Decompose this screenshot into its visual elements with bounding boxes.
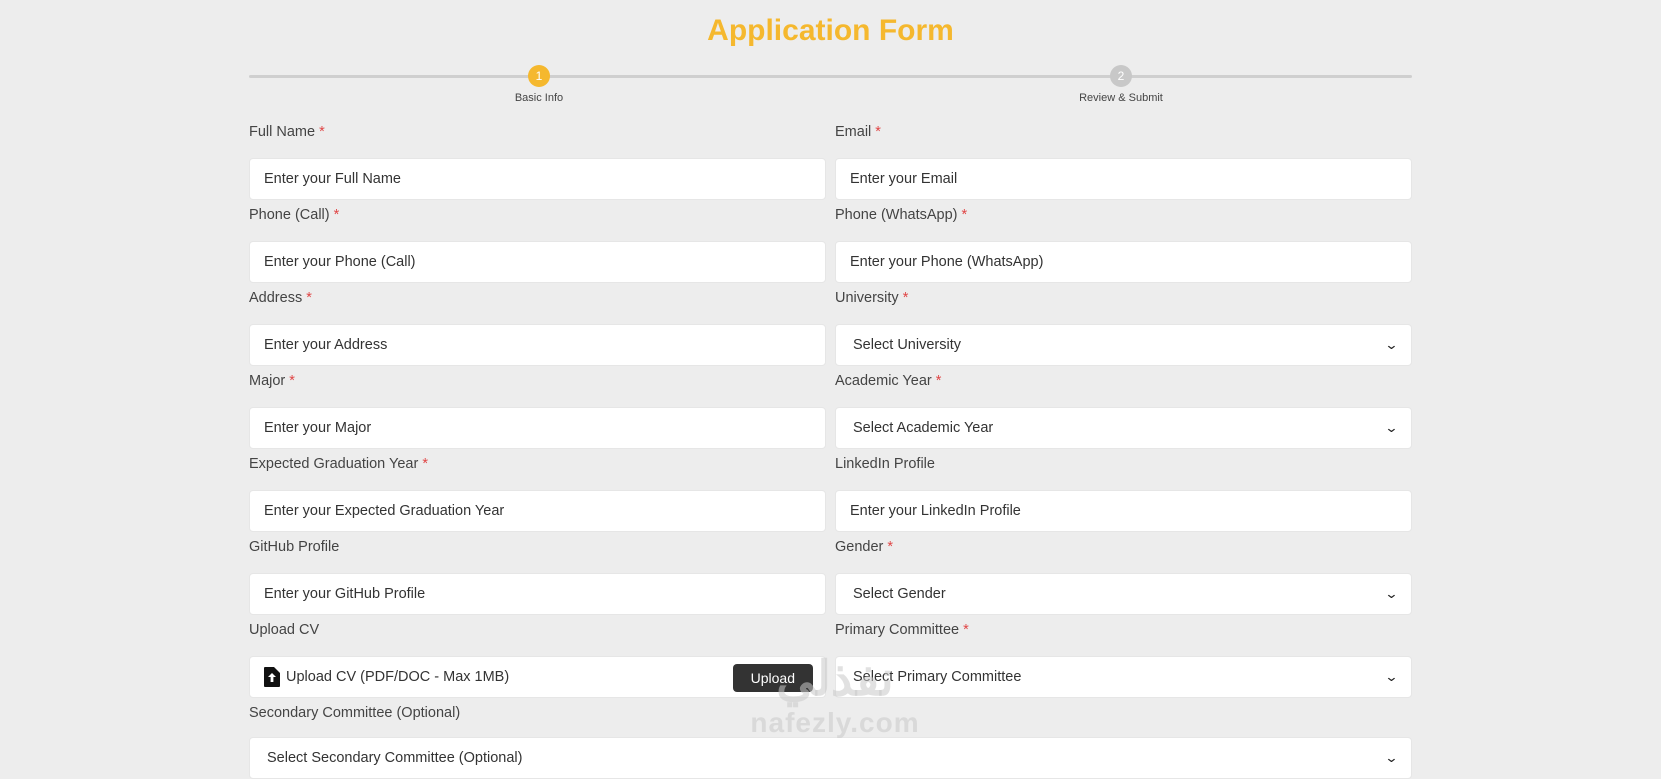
address-input[interactable]	[249, 324, 826, 366]
field-label: Phone (Call) *	[249, 207, 340, 223]
stepper-line	[249, 75, 1412, 78]
step-review-submit[interactable]: 2 Review & Submit	[1041, 62, 1201, 104]
cv-file-text: Upload CV (PDF/DOC - Max 1MB)	[286, 669, 510, 685]
required-marker: *	[887, 539, 894, 555]
required-marker: *	[333, 207, 340, 223]
field-label: GitHub Profile	[249, 539, 340, 555]
major-field: Major *	[249, 371, 826, 449]
step-label: Review & Submit	[1079, 92, 1163, 104]
chevron-down-icon: ⌄	[1384, 669, 1399, 684]
field-label: LinkedIn Profile	[835, 456, 935, 472]
email-field: Email *	[835, 122, 1412, 200]
gender-select[interactable]: Select Gender ⌄	[835, 573, 1412, 615]
academic-year-field: Academic Year * Select Academic Year ⌄	[835, 371, 1412, 449]
field-label: Phone (WhatsApp) *	[835, 207, 968, 223]
required-marker: *	[961, 207, 968, 223]
required-marker: *	[902, 290, 909, 306]
upload-cv-field: Upload CV Upload CV (PDF/DOC - Max 1MB) …	[249, 620, 826, 698]
email-input[interactable]	[835, 158, 1412, 200]
field-label: Primary Committee *	[835, 622, 969, 638]
field-label: Expected Graduation Year *	[249, 456, 428, 472]
full-name-field: Full Name *	[249, 122, 826, 200]
field-label: University *	[835, 290, 909, 306]
university-select[interactable]: Select University ⌄	[835, 324, 1412, 366]
field-label: Email *	[835, 124, 881, 140]
field-label: Major *	[249, 373, 295, 389]
select-value: Select Primary Committee	[853, 669, 1022, 685]
select-value: Select Academic Year	[853, 420, 994, 436]
major-input[interactable]	[249, 407, 826, 449]
field-label: Gender *	[835, 539, 894, 555]
select-value: Select Gender	[853, 586, 946, 602]
chevron-down-icon: ⌄	[1384, 750, 1399, 765]
linkedin-input[interactable]	[835, 490, 1412, 532]
primary-committee-field: Primary Committee * Select Primary Commi…	[835, 620, 1412, 698]
chevron-down-icon: ⌄	[1384, 586, 1399, 601]
address-field: Address *	[249, 288, 826, 366]
linkedin-field: LinkedIn Profile	[835, 454, 1412, 532]
select-value: Select Secondary Committee (Optional)	[267, 750, 523, 766]
secondary-committee-select[interactable]: Select Secondary Committee (Optional) ⌄	[249, 737, 1412, 779]
phone-whatsapp-field: Phone (WhatsApp) *	[835, 205, 1412, 283]
select-value: Select University	[853, 337, 961, 353]
progress-stepper: 1 Basic Info 2 Review & Submit	[249, 62, 1412, 112]
required-marker: *	[875, 124, 881, 140]
required-marker: *	[422, 456, 428, 472]
secondary-committee-field: Secondary Committee (Optional) Select Se…	[249, 703, 1412, 779]
step-number-badge: 1	[528, 65, 550, 87]
cv-file-input[interactable]: Upload CV (PDF/DOC - Max 1MB) Upload	[249, 656, 826, 698]
file-upload-icon	[264, 667, 280, 687]
required-marker: *	[319, 124, 325, 140]
university-field: University * Select University ⌄	[835, 288, 1412, 366]
github-field: GitHub Profile	[249, 537, 826, 615]
chevron-down-icon: ⌄	[1384, 420, 1399, 435]
required-marker: *	[963, 622, 969, 638]
field-label: Upload CV	[249, 622, 320, 638]
graduation-year-input[interactable]	[249, 490, 826, 532]
full-name-input[interactable]	[249, 158, 826, 200]
chevron-down-icon: ⌄	[1384, 337, 1399, 352]
github-input[interactable]	[249, 573, 826, 615]
gender-field: Gender * Select Gender ⌄	[835, 537, 1412, 615]
upload-button[interactable]: Upload	[732, 664, 813, 692]
step-basic-info[interactable]: 1 Basic Info	[459, 62, 619, 104]
primary-committee-select[interactable]: Select Primary Committee ⌄	[835, 656, 1412, 698]
graduation-year-field: Expected Graduation Year *	[249, 454, 826, 532]
field-label: Academic Year *	[835, 373, 942, 389]
phone-whatsapp-input[interactable]	[835, 241, 1412, 283]
required-marker: *	[306, 290, 312, 306]
step-number-badge: 2	[1110, 65, 1132, 87]
field-label: Secondary Committee (Optional)	[249, 705, 461, 721]
field-label: Full Name *	[249, 124, 325, 140]
page-title: Application Form	[707, 14, 954, 47]
phone-call-field: Phone (Call) *	[249, 205, 826, 283]
step-label: Basic Info	[514, 92, 564, 104]
required-marker: *	[289, 373, 295, 389]
required-marker: *	[935, 373, 942, 389]
academic-year-select[interactable]: Select Academic Year ⌄	[835, 407, 1412, 449]
phone-call-input[interactable]	[249, 241, 826, 283]
field-label: Address *	[249, 290, 312, 306]
